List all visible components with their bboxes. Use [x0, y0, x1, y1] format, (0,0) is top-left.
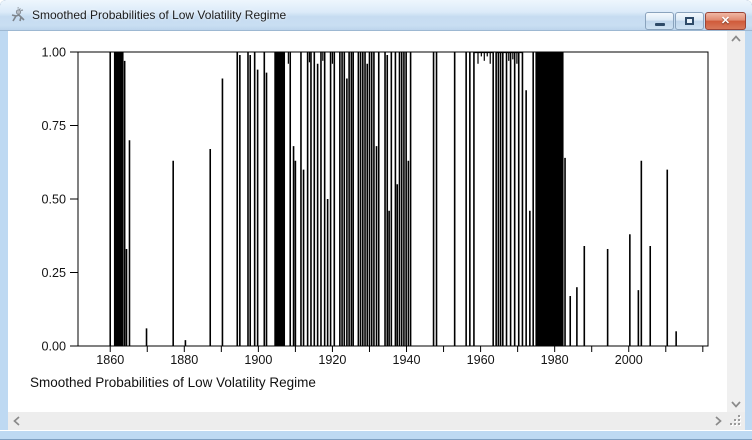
restore-icon — [685, 17, 694, 25]
chevron-down-icon — [731, 400, 741, 408]
svg-text:1860: 1860 — [96, 353, 124, 367]
vertical-scrollbar[interactable] — [727, 31, 745, 412]
chevron-up-icon — [731, 35, 741, 43]
window-icon — [9, 7, 26, 23]
restore-button[interactable] — [675, 12, 704, 30]
svg-text:1880: 1880 — [170, 353, 198, 367]
chart-svg: 1860 1880 1900 1920 1940 1960 1980 2000 1.00 0.75… — [8, 31, 727, 412]
svg-text:2000: 2000 — [615, 353, 643, 367]
window-border-right-lower — [745, 412, 752, 430]
svg-text:0.50: 0.50 — [41, 193, 66, 207]
scroll-left-button[interactable] — [8, 412, 26, 430]
svg-text:1920: 1920 — [318, 353, 346, 367]
plot-area: 1860 1880 1900 1920 1940 1960 1980 2000 1.00 0.75… — [8, 31, 727, 412]
window-controls: ✕ — [644, 12, 746, 30]
close-button[interactable]: ✕ — [705, 12, 746, 30]
svg-text:1940: 1940 — [393, 353, 421, 367]
vertical-scroll-track[interactable] — [727, 47, 745, 396]
window-border-left-lower — [0, 412, 8, 430]
horizontal-scrollbar[interactable] — [8, 412, 727, 430]
scroll-right-button[interactable] — [709, 412, 727, 430]
svg-text:1980: 1980 — [541, 353, 569, 367]
window-border-left — [0, 31, 8, 412]
svg-text:1900: 1900 — [244, 353, 272, 367]
window-border-bottom — [0, 430, 752, 440]
titlebar[interactable]: Smoothed Probabilities of Low Volatility… — [0, 0, 752, 31]
resize-grip[interactable] — [727, 412, 745, 430]
chart-caption: Smoothed Probabilities of Low Volatility… — [30, 375, 316, 390]
chevron-right-icon — [714, 416, 722, 426]
minimize-icon — [655, 23, 665, 26]
minimize-button[interactable] — [645, 12, 674, 30]
close-icon: ✕ — [721, 16, 730, 27]
window-border-right — [745, 31, 752, 412]
horizontal-scroll-track[interactable] — [26, 412, 709, 430]
graph-window: Smoothed Probabilities of Low Volatility… — [0, 0, 752, 440]
svg-text:0.25: 0.25 — [41, 266, 66, 280]
resize-grip-icon — [727, 412, 745, 430]
window-title: Smoothed Probabilities of Low Volatility… — [32, 8, 286, 22]
svg-text:0.00: 0.00 — [41, 340, 66, 354]
svg-text:0.75: 0.75 — [41, 119, 66, 133]
scroll-down-button[interactable] — [727, 396, 745, 412]
svg-text:1960: 1960 — [467, 353, 495, 367]
chevron-left-icon — [13, 416, 21, 426]
scroll-up-button[interactable] — [727, 31, 745, 47]
svg-text:1.00: 1.00 — [41, 46, 66, 60]
